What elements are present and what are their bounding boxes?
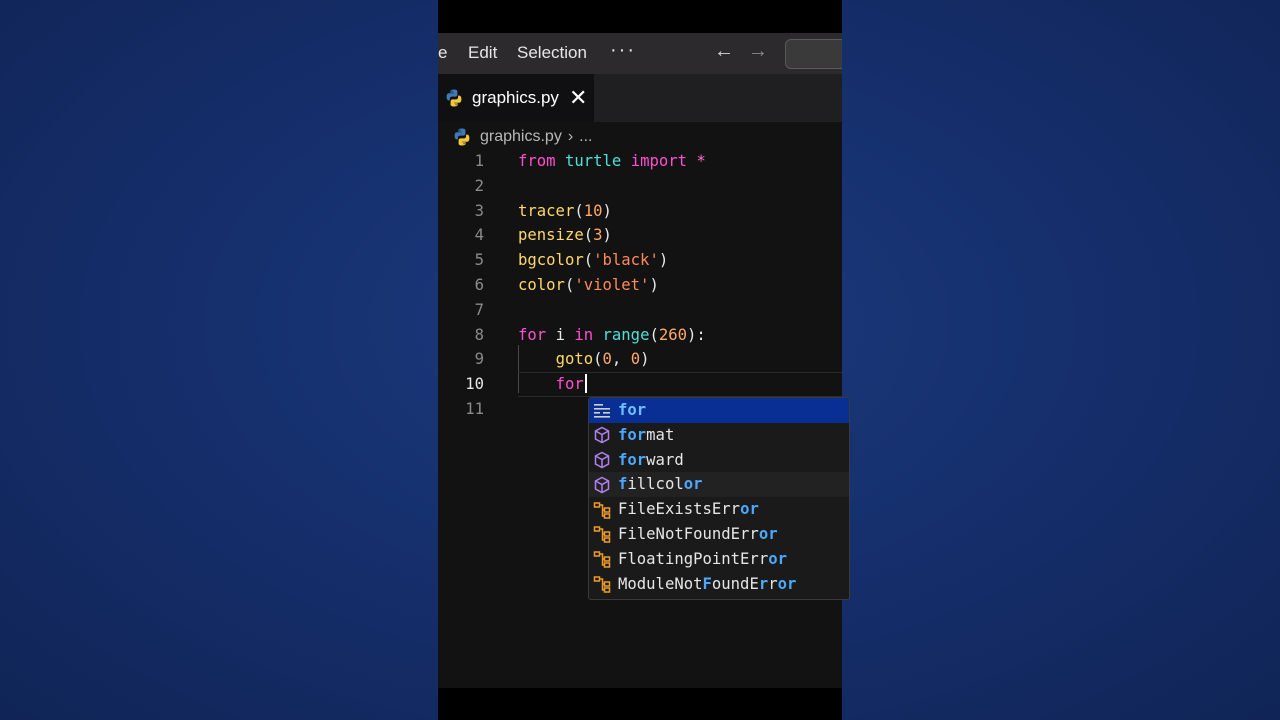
suggestion-item[interactable]: ModuleNotFoundError: [589, 572, 849, 597]
number-literal: 0: [602, 350, 612, 369]
code-line[interactable]: 9 goto(0, 0): [438, 347, 842, 372]
code-line[interactable]: 2: [438, 174, 842, 199]
function-name: color: [518, 275, 565, 294]
suggestion-rest: illcol: [627, 475, 684, 494]
breadcrumb-file[interactable]: graphics.py: [480, 128, 562, 146]
code-line[interactable]: 7: [438, 298, 842, 323]
suggestion-match: f: [618, 475, 628, 494]
suggestion-match: or: [758, 524, 778, 543]
suggestion-item[interactable]: FloatingPointErr or: [589, 547, 849, 572]
suggestion-item[interactable]: for ward: [589, 448, 849, 473]
menu-more-button[interactable]: ···: [610, 39, 636, 62]
suggestion-match: for: [618, 425, 647, 444]
keyword: for: [518, 325, 547, 344]
method-cube-icon: [594, 476, 610, 494]
arrow-left-icon[interactable]: ←: [714, 40, 734, 63]
module-name: turtle: [564, 152, 622, 170]
suggestion-rest: FileNotFoundErr: [618, 524, 759, 543]
suggestion-match: or: [740, 500, 759, 519]
function-name: tracer: [518, 201, 575, 220]
suggestion-rest: mat: [646, 425, 675, 444]
suggestion-match: for: [618, 401, 647, 419]
suggestion-item[interactable]: for mat: [589, 423, 849, 448]
suggestion-rest: FloatingPointErr: [618, 549, 769, 568]
code-line[interactable]: 4 pensize(3): [438, 223, 842, 248]
line-number: 11: [465, 399, 484, 418]
bottom-bar: [438, 688, 842, 720]
close-icon[interactable]: ✕: [569, 87, 587, 109]
chevron-right-icon: ›: [567, 128, 574, 145]
method-cube-icon: [594, 426, 610, 444]
suggestion-rest: FileExistsErr: [618, 500, 741, 519]
class-icon: [593, 576, 611, 593]
code-line[interactable]: 5 bgcolor('black'): [438, 248, 842, 273]
line-number: 6: [474, 275, 484, 294]
number-literal: 3: [593, 226, 603, 245]
menu-selection[interactable]: Selection: [517, 43, 587, 63]
operator: *: [696, 152, 706, 170]
class-icon: [593, 501, 611, 519]
vscode-window: e Edit Selection ··· ← → graphics.py ✕ g…: [438, 0, 842, 720]
text-cursor: [584, 374, 587, 394]
line-number: 5: [474, 251, 484, 270]
code-line[interactable]: 1 from turtle import *: [438, 149, 842, 174]
number-literal: 10: [583, 201, 603, 220]
arrow-right-icon[interactable]: →: [748, 40, 768, 63]
class-icon: [593, 526, 611, 544]
autocomplete-suggest-widget[interactable]: for for mat for ward f illcol or FileExist: [588, 397, 850, 600]
function-name: bgcolor: [518, 251, 584, 270]
string-literal: 'violet': [574, 275, 650, 294]
number-literal: 260: [658, 325, 688, 344]
code-line[interactable]: 6 color('violet'): [438, 273, 842, 298]
snippet-icon: [594, 404, 610, 418]
function-name: goto: [555, 350, 594, 369]
editor-tab-bar: graphics.py ✕: [438, 74, 842, 122]
keyword: import: [630, 152, 688, 170]
code-line[interactable]: 8 for i in range(260):: [438, 323, 842, 348]
menu-edit[interactable]: Edit: [468, 43, 497, 63]
menu-bar: e Edit Selection ··· ← →: [438, 33, 842, 74]
suggestion-rest: ward: [646, 450, 684, 469]
line-number: 10: [465, 375, 484, 394]
line-number: 3: [474, 201, 484, 220]
code-line[interactable]: 3 tracer(10): [438, 199, 842, 224]
line-number: 1: [474, 152, 484, 170]
suggestion-text: ModuleNotFoundError: [618, 574, 797, 593]
line-number: 2: [474, 176, 484, 195]
keyword: in: [574, 325, 594, 344]
suggestion-item[interactable]: f illcol or: [589, 472, 849, 498]
menu-file[interactable]: e: [438, 43, 447, 63]
number-literal: 0: [630, 350, 641, 369]
variable: i: [555, 325, 565, 344]
keyword: from: [518, 152, 556, 170]
suggestion-match: or: [683, 475, 703, 494]
python-icon: [446, 89, 462, 107]
suggestion-item[interactable]: for: [589, 398, 849, 423]
function-name: range: [602, 325, 650, 344]
python-icon: [454, 128, 470, 146]
line-number: 8: [474, 325, 484, 344]
code-line-current[interactable]: 10 for: [438, 372, 842, 397]
line-number: 4: [474, 226, 484, 245]
command-center-search[interactable]: [785, 39, 842, 69]
suggestion-item[interactable]: FileExistsErr or: [589, 497, 849, 522]
line-number: 9: [474, 350, 484, 369]
tab-graphics-py[interactable]: graphics.py ✕: [438, 74, 594, 122]
class-icon: [593, 551, 611, 568]
line-number: 7: [474, 300, 484, 319]
tab-label: graphics.py: [472, 88, 559, 107]
method-cube-icon: [594, 451, 610, 469]
breadcrumb-more[interactable]: ...: [579, 128, 592, 146]
suggestion-item[interactable]: FileNotFoundErr or: [589, 522, 849, 547]
string-literal: 'black': [593, 251, 659, 270]
breadcrumb: graphics.py › ...: [452, 125, 593, 149]
suggestion-match: or: [768, 549, 787, 568]
typed-text: for: [555, 375, 584, 394]
function-name: pensize: [518, 226, 584, 245]
code-lines[interactable]: 1 from turtle import * 2 3 tracer(10) 4 …: [438, 149, 842, 422]
suggestion-match: for: [618, 450, 647, 469]
